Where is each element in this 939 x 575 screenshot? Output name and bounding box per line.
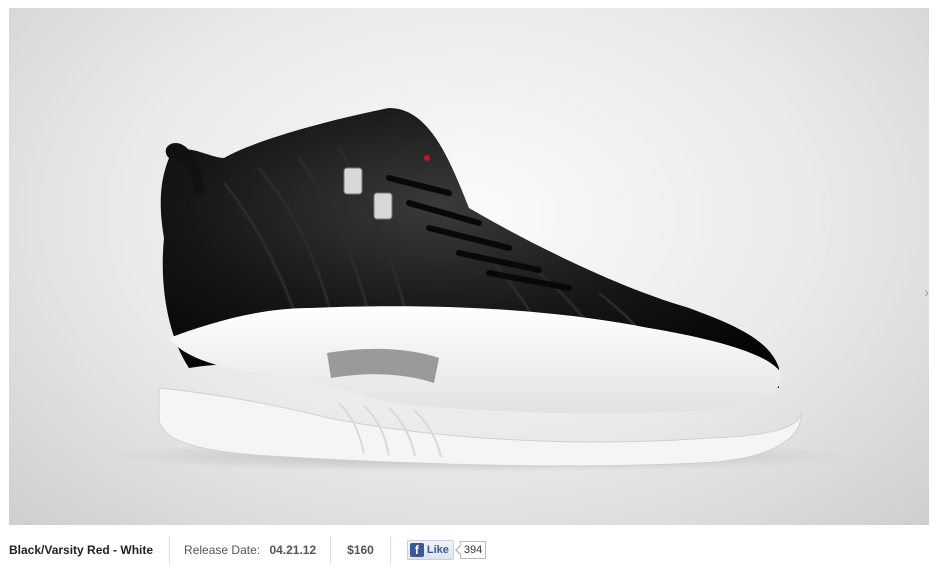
product-meta-bar: Black/Varsity Red - White Release Date: …: [9, 534, 929, 566]
price-label: $160: [347, 543, 374, 557]
colorway-label: Black/Varsity Red - White: [9, 543, 154, 557]
like-label: Like: [426, 544, 449, 556]
facebook-like-button[interactable]: f Like: [406, 540, 454, 560]
like-count: 394: [454, 541, 487, 559]
release-date-label: Release Date:: [184, 543, 261, 557]
facebook-icon: f: [409, 543, 424, 557]
carousel-next-hint[interactable]: ›: [924, 284, 929, 300]
product-image-panel: ›: [9, 8, 929, 525]
release-date-value: 04.21.12: [269, 543, 317, 557]
facebook-like-widget: f Like 394: [391, 540, 487, 560]
release-date: Release Date: 04.21.12: [170, 543, 330, 557]
sneaker-image: [109, 108, 849, 472]
